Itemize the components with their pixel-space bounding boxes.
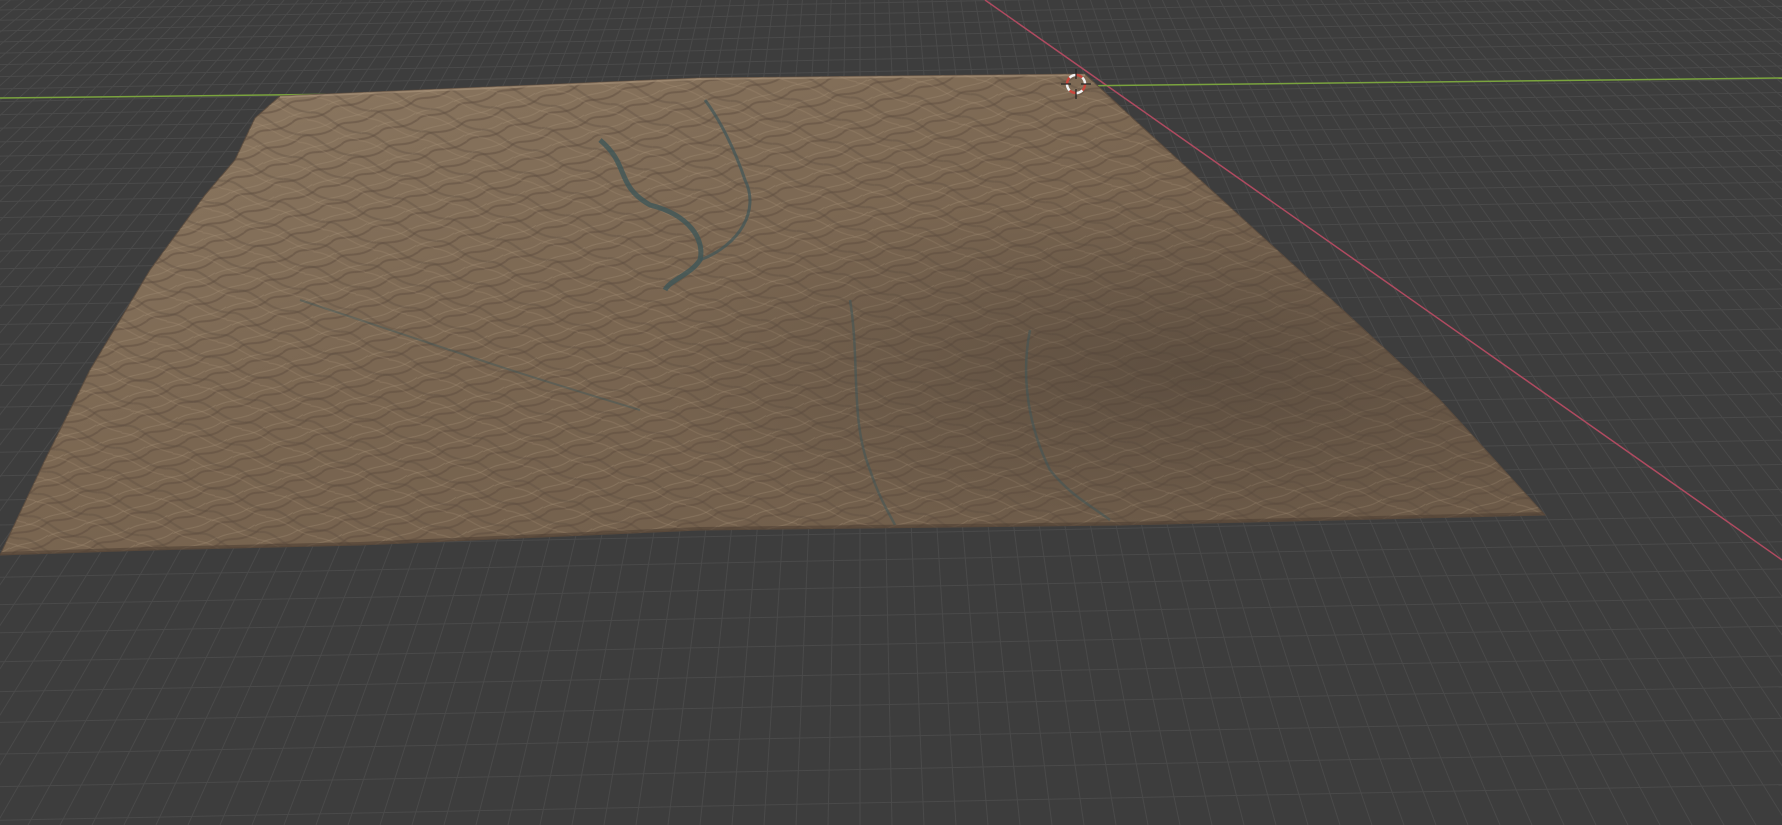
grid-line [0, 0, 69, 59]
grid-line [0, 596, 1782, 634]
grid-line [1622, 0, 1782, 142]
grid-line [1694, 0, 1782, 71]
terrain-mesh[interactable] [0, 60, 1600, 580]
viewport-scene[interactable] [0, 0, 1782, 825]
grid-line [1723, 0, 1782, 46]
grid-line [1680, 0, 1782, 84]
grid-line [0, 0, 26, 21]
grid-line [1752, 0, 1782, 23]
grid-line [1536, 0, 1782, 246]
grid-line [0, 655, 1782, 693]
grid-line [0, 625, 1782, 663]
grid-line [0, 0, 40, 33]
terrain-relief [0, 74, 1545, 555]
grid-line [0, 0, 526, 11]
grid-line [1637, 0, 1782, 127]
grid-line [0, 717, 1782, 755]
grid-line [1550, 0, 1782, 227]
grid-line [0, 5, 1782, 43]
3d-viewport[interactable] [0, 0, 1782, 825]
grid-line [1738, 0, 1782, 35]
grid-line [0, 686, 1782, 723]
